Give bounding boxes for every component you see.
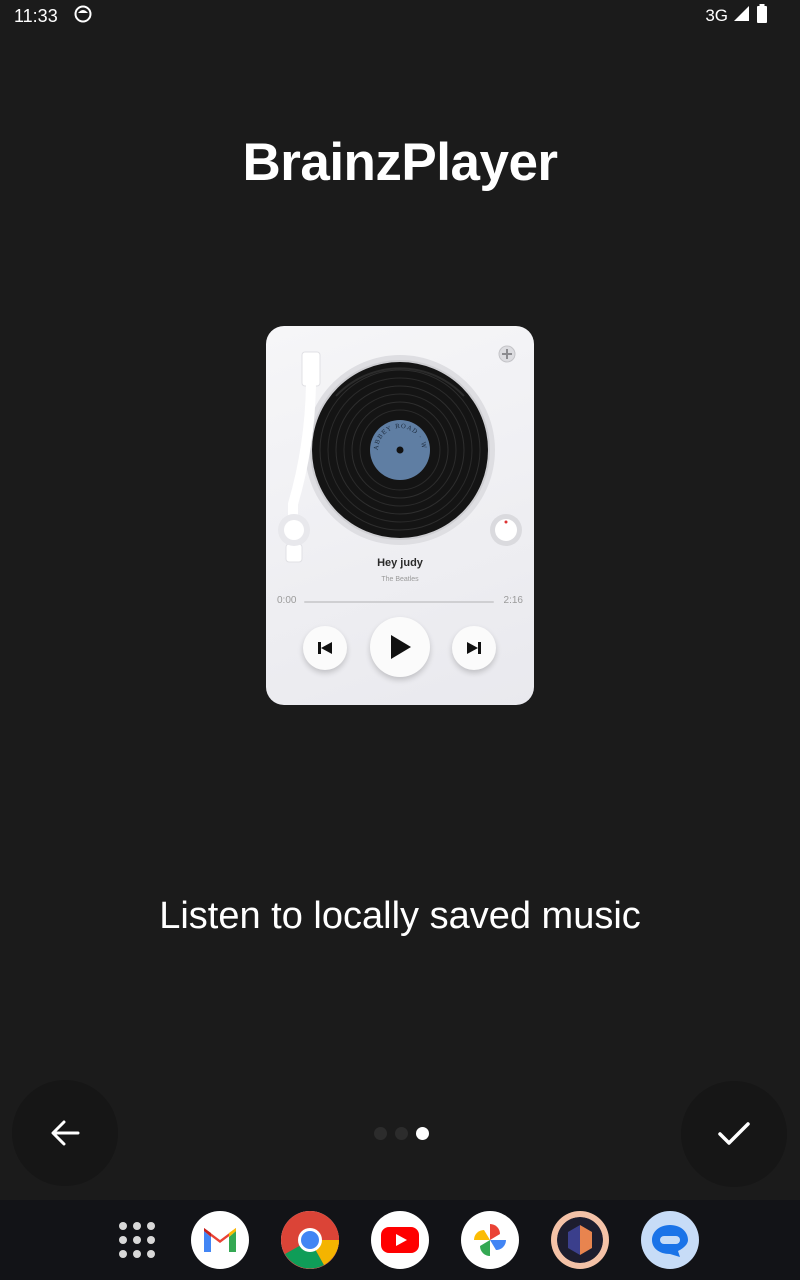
next-button: [452, 626, 496, 670]
gmail-icon[interactable]: [191, 1211, 249, 1269]
battery-icon: [756, 3, 768, 29]
signal-icon: [733, 5, 751, 28]
status-time: 11:33: [14, 5, 58, 26]
volume-knob-icon: [490, 514, 522, 546]
song-artist: The Beatles: [381, 576, 419, 583]
status-bar: 11:33 3G: [0, 0, 800, 32]
page-indicator: [374, 1127, 429, 1140]
page-dot: [395, 1127, 408, 1140]
time-elapsed: 0:00: [277, 595, 297, 606]
page-dot: [374, 1127, 387, 1140]
skip-next-icon: [467, 642, 481, 654]
chrome-icon[interactable]: [281, 1211, 339, 1269]
previous-button: [303, 626, 347, 670]
photos-icon[interactable]: [461, 1211, 519, 1269]
done-button[interactable]: [681, 1081, 787, 1187]
play-icon: [391, 635, 411, 659]
listenbrainz-icon[interactable]: [551, 1211, 609, 1269]
messages-icon[interactable]: [641, 1211, 699, 1269]
plus-icon: [498, 345, 516, 363]
taskbar: [0, 1200, 800, 1280]
network-type: 3G: [705, 6, 728, 25]
app-drawer-icon[interactable]: [117, 1220, 157, 1260]
page-dot-active: [416, 1127, 429, 1140]
play-button: [370, 617, 430, 677]
player-illustration: ABBEY ROAD · WORK FOR LISTEN Hey judy Th…: [266, 326, 534, 705]
vinyl-record-icon: ABBEY ROAD · WORK FOR LISTEN: [266, 326, 488, 538]
youtube-icon[interactable]: [371, 1211, 429, 1269]
progress-bar: [304, 601, 494, 603]
song-title: Hey judy: [377, 557, 423, 569]
skip-previous-icon: [318, 642, 332, 654]
page-title: BrainzPlayer: [242, 133, 558, 192]
app-status-icon: [74, 5, 92, 28]
back-button[interactable]: [12, 1080, 118, 1186]
check-icon: [718, 1122, 750, 1145]
time-total: 2:16: [503, 595, 523, 606]
arrow-left-icon: [51, 1120, 80, 1146]
onboarding-caption: Listen to locally saved music: [159, 895, 641, 937]
